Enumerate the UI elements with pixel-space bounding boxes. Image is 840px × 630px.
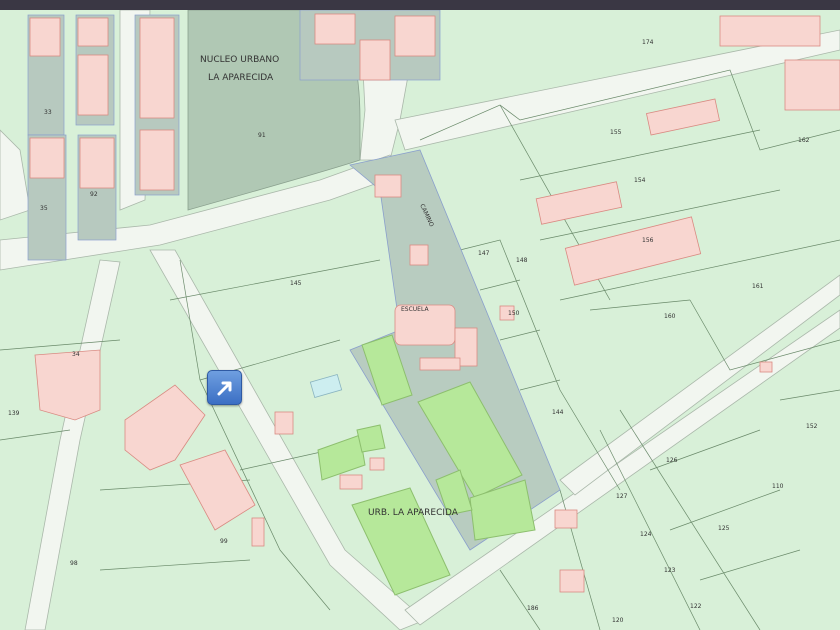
label-parcel-148: 148 (516, 257, 528, 264)
label-parcel-122: 122 (690, 603, 702, 610)
label-parcel-126: 126 (666, 457, 678, 464)
label-parcel-186: 186 (527, 605, 539, 612)
directions-button[interactable] (207, 370, 242, 405)
label-parcel-123: 123 (664, 567, 676, 574)
label-parcel-125: 125 (718, 525, 730, 532)
label-parcel-99: 99 (220, 538, 228, 545)
label-parcel-33: 33 (44, 109, 52, 116)
label-parcel-124: 124 (640, 531, 652, 538)
label-parcel-92: 92 (90, 191, 98, 198)
label-parcel-174: 174 (642, 39, 654, 46)
top-bar (0, 0, 840, 10)
label-parcel-120: 120 (612, 617, 624, 624)
label-parcel-98: 98 (70, 560, 78, 567)
cadastral-map[interactable]: NUCLEO URBANO LA APARECIDA 91 URB. LA AP… (0, 10, 840, 630)
label-parcel-127: 127 (616, 493, 628, 500)
label-parcel-162: 162 (798, 137, 810, 144)
label-nucleo-urbano-line2: LA APARECIDA (208, 73, 274, 83)
label-parcel-160: 160 (664, 313, 676, 320)
label-parcel-110: 110 (772, 483, 784, 490)
label-parcel-150: 150 (508, 310, 520, 317)
label-parcel-35: 35 (40, 205, 48, 212)
label-parcel-156: 156 (642, 237, 654, 244)
label-parcel-91: 91 (258, 132, 266, 139)
label-parcel-155: 155 (610, 129, 622, 136)
label-parcel-145: 145 (290, 280, 302, 287)
arrow-up-right-icon (217, 381, 231, 395)
label-parcel-161: 161 (752, 283, 764, 290)
label-nucleo-urbano-line1: NUCLEO URBANO (200, 55, 279, 65)
label-parcel-154: 154 (634, 177, 646, 184)
label-urb-la-aparecida: URB. LA APARECIDA (368, 508, 459, 518)
label-escuela: ESCUELA (401, 306, 429, 313)
label-parcel-34: 34 (72, 351, 80, 358)
label-parcel-147: 147 (478, 250, 490, 257)
label-parcel-152: 152 (806, 423, 818, 430)
label-parcel-144: 144 (552, 409, 564, 416)
label-parcel-139: 139 (8, 410, 20, 417)
